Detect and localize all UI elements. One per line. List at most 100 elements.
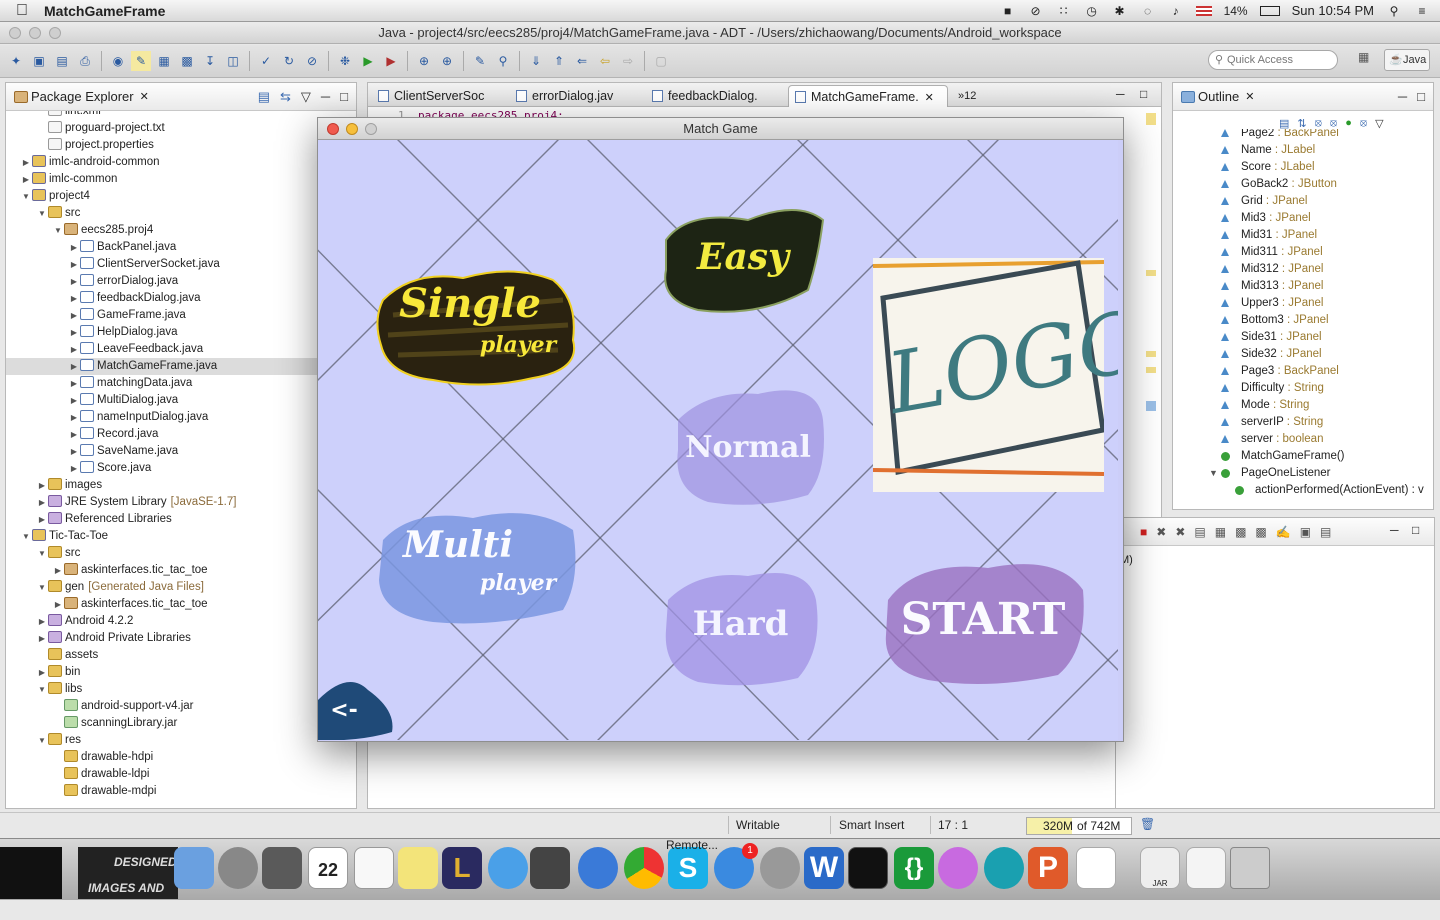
- outline-row[interactable]: Mid312 : JPanel: [1173, 261, 1433, 278]
- finder-icon[interactable]: [174, 847, 214, 889]
- outline-row[interactable]: Side32 : JPanel: [1173, 346, 1433, 363]
- tab-client-server-socket[interactable]: ClientServerSoc: [372, 85, 508, 107]
- tree-row[interactable]: ▶ matchingData.java: [6, 375, 356, 392]
- outline-row[interactable]: server : boolean: [1173, 431, 1433, 448]
- outline-row[interactable]: Grid : JPanel: [1173, 193, 1433, 210]
- wifi-icon[interactable]: ◌: [1140, 4, 1156, 18]
- package-explorer-tab[interactable]: Package Explorer ✕ ▤ ⇆ ▽ ─ □: [6, 83, 356, 111]
- collapse-all-icon[interactable]: ▤: [258, 89, 270, 105]
- tree-row[interactable]: ▶ HelpDialog.java: [6, 324, 356, 341]
- close-icon[interactable]: ✕: [1245, 90, 1254, 103]
- minimize-view-icon[interactable]: ─: [1398, 89, 1407, 104]
- expand-toggle-icon[interactable]: ▶: [36, 477, 48, 494]
- remove-launch-icon[interactable]: ✖: [1156, 525, 1166, 539]
- pin-editor-icon[interactable]: ▢: [651, 51, 671, 71]
- expand-toggle-icon[interactable]: ▶: [68, 290, 80, 307]
- maximize-view-icon[interactable]: □: [340, 89, 348, 105]
- expand-toggle-icon[interactable]: ▶: [36, 494, 48, 511]
- blocked-icon[interactable]: ⊘: [1028, 4, 1044, 18]
- expand-toggle-icon[interactable]: ▶: [68, 375, 80, 392]
- flag-icon[interactable]: [1195, 5, 1212, 16]
- flower-app-icon[interactable]: [938, 847, 978, 889]
- expand-toggle-icon[interactable]: ▶: [68, 256, 80, 273]
- overview-marker[interactable]: [1146, 351, 1156, 357]
- reminders-icon[interactable]: [354, 847, 394, 889]
- terminal-icon[interactable]: [848, 847, 888, 889]
- outline-row[interactable]: GoBack2 : JButton: [1173, 176, 1433, 193]
- time-machine-icon[interactable]: ◷: [1084, 4, 1100, 18]
- trash-icon[interactable]: [1230, 847, 1270, 889]
- multi-player-button[interactable]: Multi player: [373, 500, 583, 630]
- tree-row[interactable]: ▼ libs: [6, 681, 356, 698]
- expand-toggle-icon[interactable]: ▶: [68, 273, 80, 290]
- expand-toggle-icon[interactable]: ▶: [68, 409, 80, 426]
- heap-status[interactable]: 320M of 742M: [1026, 817, 1132, 835]
- avd-manager-icon[interactable]: ◫: [223, 51, 243, 71]
- expand-toggle-icon[interactable]: ▶: [68, 392, 80, 409]
- close-window-button[interactable]: [9, 27, 21, 39]
- minimize-editor-icon[interactable]: ─: [1116, 87, 1125, 101]
- expand-toggle-icon[interactable]: ▶: [68, 426, 80, 443]
- skype-icon[interactable]: S: [668, 847, 708, 889]
- tree-row[interactable]: ▶ SaveName.java: [6, 443, 356, 460]
- quick-access-input[interactable]: Quick Access: [1208, 50, 1338, 70]
- shield-icon[interactable]: ■: [1000, 4, 1016, 18]
- tree-row[interactable]: ▶ MatchGameFrame.java: [6, 358, 356, 375]
- tree-row[interactable]: ▶ ClientServerSocket.java: [6, 256, 356, 273]
- next-annotation-icon[interactable]: ⇓: [526, 51, 546, 71]
- expand-toggle-icon[interactable]: ▼: [52, 222, 64, 239]
- battery-icon[interactable]: [1259, 5, 1280, 16]
- view-menu-icon[interactable]: ▽: [301, 89, 311, 105]
- overview-marker[interactable]: [1146, 367, 1156, 373]
- app-menu-name[interactable]: MatchGameFrame: [44, 3, 165, 19]
- new-wizard-icon[interactable]: ⊕: [437, 51, 457, 71]
- expand-toggle-icon[interactable]: ▼: [36, 732, 48, 749]
- expand-toggle-icon[interactable]: ▶: [68, 341, 80, 358]
- skip-icon[interactable]: ⊘: [302, 51, 322, 71]
- outline-row[interactable]: Page2 : BackPanel: [1173, 129, 1433, 142]
- tree-row[interactable]: ▼ src: [6, 205, 356, 222]
- easy-button[interactable]: Easy: [658, 200, 828, 320]
- tree-row[interactable]: ▶ GameFrame.java: [6, 307, 356, 324]
- new-class-icon[interactable]: ⊕: [414, 51, 434, 71]
- expand-toggle-icon[interactable]: ▼: [36, 205, 48, 222]
- start-button[interactable]: START: [878, 550, 1088, 690]
- refresh-icon[interactable]: ↻: [279, 51, 299, 71]
- close-icon[interactable]: ✕: [140, 90, 149, 103]
- outline-row[interactable]: Mid31 : JPanel: [1173, 227, 1433, 244]
- calendar-icon[interactable]: 22: [308, 847, 348, 889]
- outline-row[interactable]: MatchGameFrame(): [1173, 448, 1433, 465]
- chrome-icon[interactable]: [624, 847, 664, 889]
- outline-tab[interactable]: Outline ✕ ─ □: [1173, 83, 1433, 111]
- expand-toggle-icon[interactable]: ▶: [68, 443, 80, 460]
- facetime-icon[interactable]: [530, 847, 570, 889]
- match-game-zoom-button[interactable]: [365, 123, 377, 135]
- expand-toggle-icon[interactable]: ▶: [68, 239, 80, 256]
- maximize-view-icon[interactable]: □: [1412, 523, 1419, 537]
- app-store-icon[interactable]: 1: [714, 843, 758, 889]
- expand-toggle-icon[interactable]: ▶: [68, 460, 80, 477]
- outline-row[interactable]: actionPerformed(ActionEvent) : v: [1173, 482, 1433, 499]
- tree-row[interactable]: ▶ errorDialog.java: [6, 273, 356, 290]
- tree-row[interactable]: project.properties: [6, 137, 356, 154]
- outline-row[interactable]: Difficulty : String: [1173, 380, 1433, 397]
- tree-row[interactable]: ▶ bin: [6, 664, 356, 681]
- tree-row[interactable]: drawable-mdpi: [6, 783, 356, 800]
- overview-marker[interactable]: [1146, 270, 1156, 276]
- tree-row[interactable]: ▶ nameInputDialog.java: [6, 409, 356, 426]
- tree-row[interactable]: ▶ LeaveFeedback.java: [6, 341, 356, 358]
- tree-row[interactable]: drawable-ldpi: [6, 766, 356, 783]
- tree-row[interactable]: ▼ gen [Generated Java Files]: [6, 579, 356, 596]
- outline-row[interactable]: Upper3 : JPanel: [1173, 295, 1433, 312]
- outline-row[interactable]: Page3 : BackPanel: [1173, 363, 1433, 380]
- match-game-minimize-button[interactable]: [346, 123, 358, 135]
- outline-row[interactable]: Bottom3 : JPanel: [1173, 312, 1433, 329]
- volume-icon[interactable]: ♪: [1168, 4, 1184, 18]
- outline-row[interactable]: serverIP : String: [1173, 414, 1433, 431]
- tree-row[interactable]: ▶ Referenced Libraries: [6, 511, 356, 528]
- tree-row[interactable]: ▶ askinterfaces.tic_tac_toe: [6, 562, 356, 579]
- tree-row[interactable]: ▼ project4: [6, 188, 356, 205]
- outline-row[interactable]: Score : JLabel: [1173, 159, 1433, 176]
- tree-row[interactable]: ▶ Android 4.2.2: [6, 613, 356, 630]
- tab-feedback-dialog[interactable]: feedbackDialog.: [646, 85, 786, 107]
